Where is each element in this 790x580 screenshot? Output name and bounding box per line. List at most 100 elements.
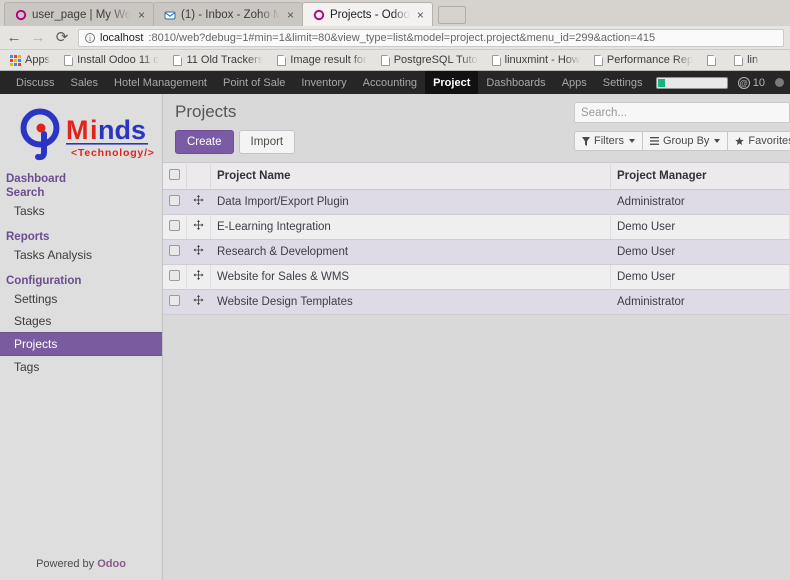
browser-tab-projects-odoo[interactable]: Projects - Odoo × xyxy=(302,2,433,26)
filters-dropdown[interactable]: Filters xyxy=(574,131,643,151)
cell-project-manager[interactable]: Administrator xyxy=(610,189,790,216)
browser-navbar: ← → ⟳ i localhost:8010/web?debug=1#min=1… xyxy=(0,26,790,50)
cell-project-manager[interactable]: Demo User xyxy=(610,239,790,266)
menu-item-apps[interactable]: Apps xyxy=(554,71,595,94)
menu-item-settings[interactable]: Settings xyxy=(595,71,651,94)
app-body: M i nds <Technology/> Dashboard Search T… xyxy=(0,94,790,580)
browser-tab-user-page[interactable]: user_page | My Web × xyxy=(4,2,154,26)
drag-handle-header xyxy=(186,162,211,191)
menu-item-dashboards[interactable]: Dashboards xyxy=(478,71,553,94)
address-bar[interactable]: i localhost:8010/web?debug=1#min=1&limit… xyxy=(78,28,784,47)
page-icon xyxy=(173,54,183,66)
browser-chrome: user_page | My Web × (1) - Inbox - Zoho … xyxy=(0,0,790,71)
move-handle-icon xyxy=(193,245,204,256)
bookmark-label: linuxmint - How xyxy=(504,54,580,66)
bookmark-apps[interactable]: Apps xyxy=(3,54,57,66)
select-all-checkbox[interactable] xyxy=(169,169,180,181)
chevron-down-icon xyxy=(714,139,721,143)
back-icon[interactable]: ← xyxy=(6,30,22,45)
new-tab-button[interactable] xyxy=(437,6,466,24)
bookmark-item[interactable]: linuxmint - How xyxy=(485,54,587,66)
menu-item-point-of-sale[interactable]: Point of Sale xyxy=(215,71,293,94)
menu-item-accounting[interactable]: Accounting xyxy=(355,71,425,94)
bookmark-label: Image result for xyxy=(290,54,367,66)
search-placeholder: Search... xyxy=(581,106,628,119)
menu-item-inventory[interactable]: Inventory xyxy=(293,71,354,94)
row-checkbox[interactable] xyxy=(169,195,180,207)
bookmark-item[interactable] xyxy=(700,54,727,66)
groupby-dropdown[interactable]: Group By xyxy=(642,131,729,151)
site-info-icon[interactable]: i xyxy=(85,32,95,43)
bookmark-item[interactable]: Performance Rep xyxy=(587,54,700,66)
page-icon xyxy=(593,54,603,66)
cell-project-name[interactable]: E-Learning Integration xyxy=(210,214,611,241)
cell-project-name[interactable]: Research & Development xyxy=(210,239,611,266)
table-row[interactable]: Research & Development Demo User xyxy=(163,239,790,266)
column-header-project-name[interactable]: Project Name xyxy=(210,162,611,191)
row-handle-cell xyxy=(186,189,211,216)
user-avatar[interactable] xyxy=(775,78,784,87)
sidebar-item-tasks-analysis[interactable]: Tasks Analysis xyxy=(0,244,162,266)
table-row[interactable]: E-Learning Integration Demo User xyxy=(163,214,790,241)
menu-item-discuss[interactable]: Discuss xyxy=(8,71,63,94)
reload-icon[interactable]: ⟳ xyxy=(54,30,70,45)
move-handle-icon xyxy=(193,295,204,306)
row-checkbox[interactable] xyxy=(169,295,180,307)
url-host: localhost xyxy=(100,31,144,44)
sidebar-item-projects[interactable]: Projects xyxy=(0,332,162,356)
table-row[interactable]: Website for Sales & WMS Demo User xyxy=(163,264,790,291)
bookmark-item[interactable]: 11 Old Trackers xyxy=(166,54,270,66)
row-select-cell xyxy=(163,189,187,216)
forward-icon[interactable]: → xyxy=(30,30,46,45)
chevron-down-icon xyxy=(628,139,635,143)
tab-title: user_page | My Web xyxy=(32,8,131,21)
cell-project-manager[interactable]: Demo User xyxy=(610,264,790,291)
move-handle-icon xyxy=(193,220,204,231)
sidebar-item-settings[interactable]: Settings xyxy=(0,288,162,310)
page-icon xyxy=(491,54,501,66)
cell-project-name[interactable]: Website for Sales & WMS xyxy=(210,264,611,291)
row-checkbox[interactable] xyxy=(169,245,180,257)
sidebar-item-tasks[interactable]: Tasks xyxy=(0,200,162,222)
row-handle-cell xyxy=(186,239,211,266)
sidebar-nav: Dashboard Search Tasks Reports Tasks Ana… xyxy=(0,170,162,378)
cell-project-name[interactable]: Data Import/Export Plugin xyxy=(210,189,611,216)
search-input[interactable]: Search... xyxy=(574,102,790,123)
move-handle-icon xyxy=(193,270,204,281)
sidebar-heading-configuration: Configuration xyxy=(6,275,82,287)
control-panel: Projects Create Import Search... Filters xyxy=(163,94,790,162)
loading-progress-bar xyxy=(655,76,728,89)
sidebar-item-stages[interactable]: Stages xyxy=(0,310,162,332)
row-checkbox[interactable] xyxy=(169,270,180,282)
bookmark-item[interactable]: Install Odoo 11 o xyxy=(57,54,166,66)
close-icon[interactable]: × xyxy=(415,9,426,21)
sidebar-item-tags[interactable]: Tags xyxy=(0,356,162,378)
menu-item-sales[interactable]: Sales xyxy=(63,71,107,94)
menu-item-project[interactable]: Project xyxy=(425,71,479,94)
groupby-label: Group By xyxy=(662,135,710,147)
row-handle-cell xyxy=(186,289,211,316)
odoo-o-icon xyxy=(313,9,325,21)
cell-project-name[interactable]: Website Design Templates xyxy=(210,289,611,316)
table-row[interactable]: Data Import/Export Plugin Administrator xyxy=(163,189,790,216)
menu-item-hotel-management[interactable]: Hotel Management xyxy=(106,71,215,94)
bookmark-item[interactable]: lin xyxy=(727,54,765,66)
browser-tab-zoho-inbox[interactable]: (1) - Inbox - Zoho M × xyxy=(153,2,303,26)
column-header-project-manager[interactable]: Project Manager xyxy=(610,162,790,191)
mentions-counter[interactable]: @ 10 xyxy=(737,76,765,89)
page-icon xyxy=(64,54,74,66)
table-row[interactable]: Website Design Templates Administrator xyxy=(163,289,790,316)
favorites-dropdown[interactable]: Favorites xyxy=(728,131,790,151)
qminds-technology-logo: M i nds <Technology/> xyxy=(20,108,154,161)
close-icon[interactable]: × xyxy=(285,9,296,21)
cell-project-manager[interactable]: Administrator xyxy=(610,289,790,316)
close-icon[interactable]: × xyxy=(136,9,147,21)
bookmark-item[interactable]: Image result for xyxy=(270,54,373,66)
import-button[interactable]: Import xyxy=(238,130,296,155)
odoo-brand-link[interactable]: Odoo xyxy=(97,558,126,570)
row-checkbox[interactable] xyxy=(169,220,180,232)
bookmark-item[interactable]: PostgreSQL Tuto xyxy=(374,54,485,66)
odoo-app-menu: Discuss Sales Hotel Management Point of … xyxy=(8,71,651,94)
cell-project-manager[interactable]: Demo User xyxy=(610,214,790,241)
create-button[interactable]: Create xyxy=(175,130,234,155)
